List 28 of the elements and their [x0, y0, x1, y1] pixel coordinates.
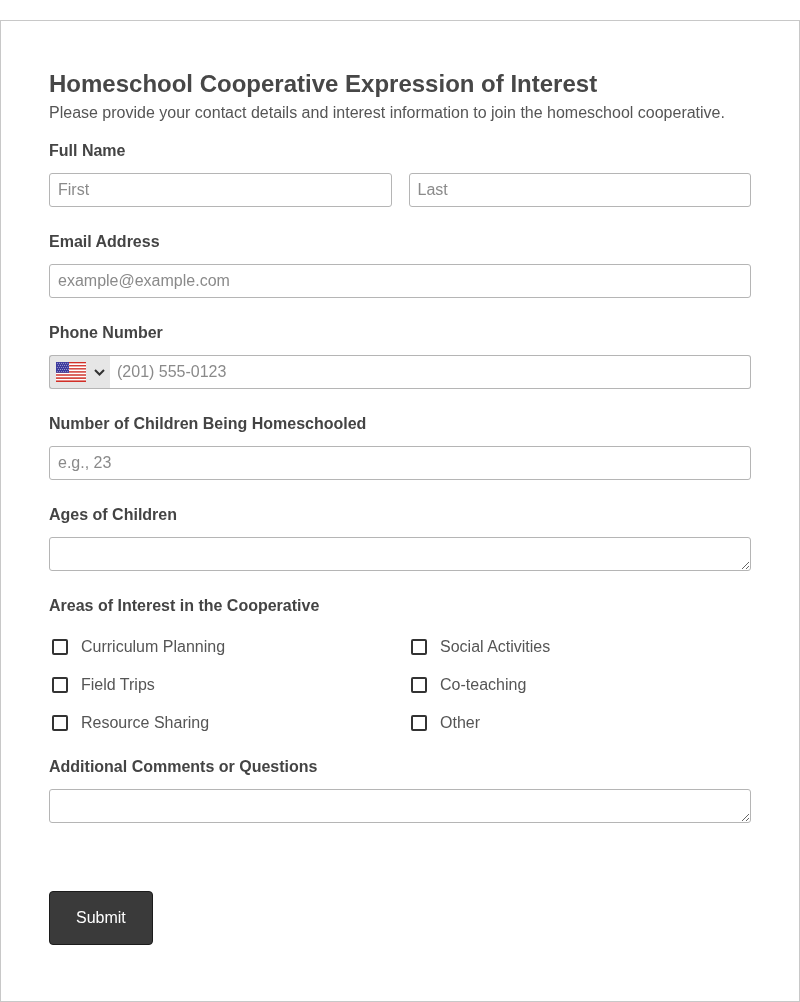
checkbox-label[interactable]: Social Activities	[440, 637, 551, 657]
field-label: Additional Comments or Questions	[49, 757, 319, 777]
checkbox-label[interactable]: Curriculum Planning	[81, 637, 226, 657]
input-field[interactable]: First	[49, 173, 392, 207]
checkbox[interactable]	[52, 677, 68, 693]
textarea-field[interactable]	[49, 537, 751, 571]
input-field[interactable]: example@example.com	[49, 264, 751, 298]
field-label: Full Name	[49, 141, 127, 161]
field-label: Number of Children Being Homeschooled	[49, 414, 368, 434]
field-label: Ages of Children	[49, 505, 178, 525]
checkbox[interactable]	[52, 715, 68, 731]
checkbox[interactable]	[411, 677, 427, 693]
input-field[interactable]: e.g., 23	[49, 446, 751, 480]
checkbox-label[interactable]: Co-teaching	[440, 675, 527, 695]
checkbox-label[interactable]: Resource Sharing	[81, 713, 210, 733]
field-label: Areas of Interest in the Cooperative	[49, 596, 321, 616]
textarea-field[interactable]	[49, 789, 751, 823]
field-label: Email Address	[49, 232, 161, 252]
checkbox[interactable]	[411, 639, 427, 655]
checkbox[interactable]	[411, 715, 427, 731]
input-field[interactable]: Last	[408, 173, 751, 207]
checkbox-label[interactable]: Field Trips	[81, 675, 155, 695]
field-label: Phone Number	[49, 323, 164, 343]
checkbox-label[interactable]: Other	[440, 713, 480, 733]
form-title: Homeschool Cooperative Expression of Interest	[49, 69, 599, 99]
form-description: Please provide your contact details and interest information to join the homeschool cooperative.	[49, 103, 726, 123]
checkbox[interactable]	[52, 639, 68, 655]
submit-button[interactable]: Submit	[49, 891, 153, 945]
